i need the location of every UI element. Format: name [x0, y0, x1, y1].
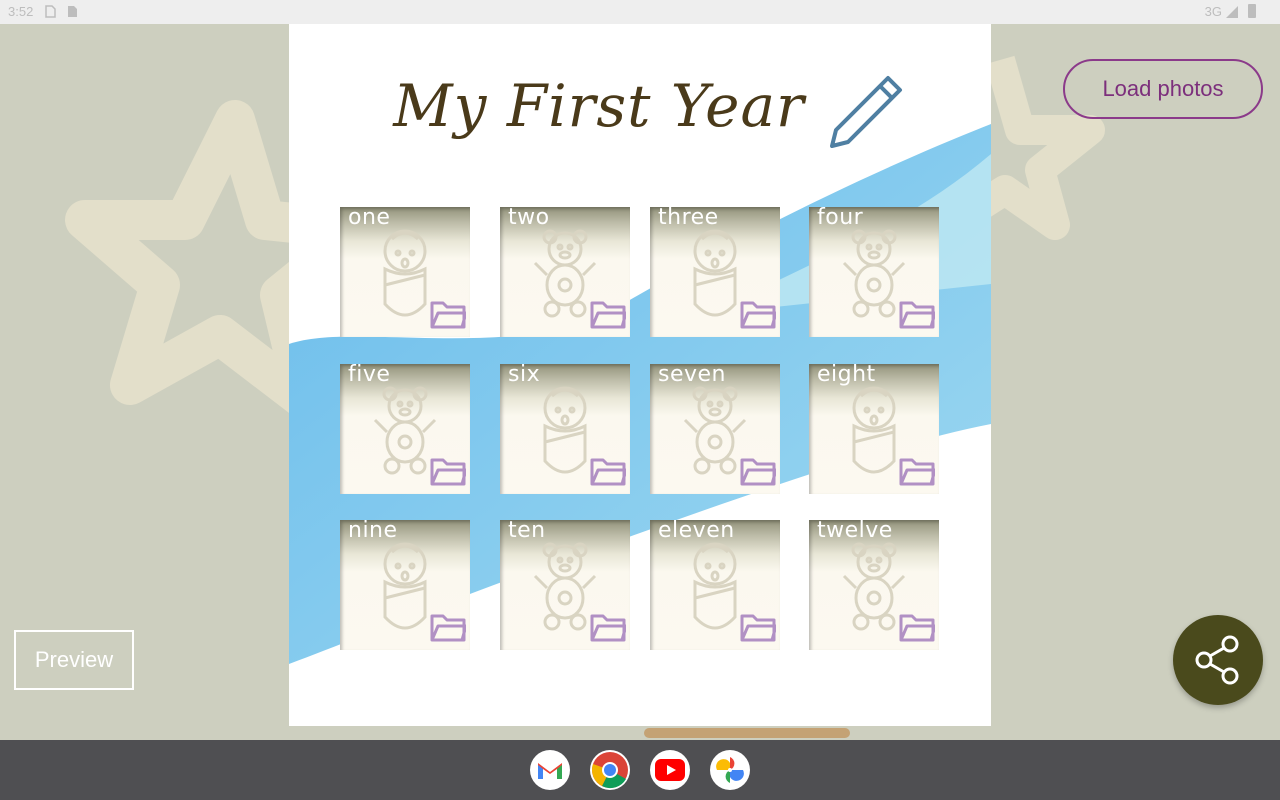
photo-tile[interactable]: two — [500, 207, 630, 337]
chrome-app-icon[interactable] — [590, 750, 630, 790]
tile-label: seven — [658, 364, 726, 387]
folder-icon[interactable] — [740, 612, 778, 646]
photo-tile[interactable]: nine — [340, 520, 470, 650]
share-icon — [1195, 635, 1239, 685]
folder-icon[interactable] — [899, 456, 937, 490]
folder-icon[interactable] — [590, 299, 628, 333]
tile-label: two — [508, 207, 550, 230]
folder-icon — [590, 301, 628, 329]
taskbar — [0, 740, 1280, 800]
sim-icon — [45, 5, 56, 18]
photo-tile[interactable]: one — [340, 207, 470, 337]
folder-icon — [740, 301, 778, 329]
drag-handle[interactable] — [644, 728, 850, 738]
photos-app-icon[interactable] — [710, 750, 750, 790]
gmail-app-icon[interactable] — [530, 750, 570, 790]
folder-icon — [430, 614, 468, 642]
status-time: 3:52 — [8, 4, 34, 19]
photo-tile[interactable]: six — [500, 364, 630, 494]
tile-label: eleven — [658, 520, 735, 543]
tile-label: nine — [348, 520, 398, 543]
tile-label: three — [658, 207, 719, 230]
background-star-icon — [65, 100, 320, 420]
tile-label: ten — [508, 520, 546, 543]
folder-icon[interactable] — [899, 299, 937, 333]
tile-label: twelve — [817, 520, 893, 543]
status-bar: 3:52 3G — [0, 0, 1280, 24]
folder-icon — [899, 614, 937, 642]
tile-label: four — [817, 207, 864, 230]
preview-button[interactable]: Preview — [14, 630, 134, 690]
share-button[interactable] — [1173, 615, 1263, 705]
folder-icon — [430, 301, 468, 329]
photo-tile[interactable]: five — [340, 364, 470, 494]
network-type: 3G — [1204, 4, 1222, 19]
photo-tile[interactable]: ten — [500, 520, 630, 650]
folder-icon[interactable] — [590, 612, 628, 646]
photo-tile[interactable]: three — [650, 207, 780, 337]
photo-tile[interactable]: twelve — [809, 520, 939, 650]
folder-icon — [590, 458, 628, 486]
load-photos-button[interactable]: Load photos — [1063, 59, 1263, 119]
tile-label: six — [508, 364, 541, 387]
sd-card-icon — [68, 6, 77, 17]
signal-icon — [1226, 6, 1238, 18]
photo-tile[interactable]: four — [809, 207, 939, 337]
page-title: My First Year — [393, 72, 805, 140]
folder-icon — [899, 458, 937, 486]
photo-tile[interactable]: seven — [650, 364, 780, 494]
folder-icon — [430, 458, 468, 486]
photo-tile[interactable]: eight — [809, 364, 939, 494]
folder-icon[interactable] — [899, 612, 937, 646]
tile-label: eight — [817, 364, 876, 387]
folder-icon[interactable] — [430, 456, 468, 490]
tile-label: five — [348, 364, 391, 387]
folder-icon — [899, 301, 937, 329]
tile-label: one — [348, 207, 391, 230]
folder-icon — [740, 614, 778, 642]
collage-page: My First Year one two three four five six seve… — [289, 24, 991, 726]
battery-icon — [1248, 4, 1256, 18]
photo-tile[interactable]: eleven — [650, 520, 780, 650]
folder-icon — [740, 458, 778, 486]
folder-icon[interactable] — [590, 456, 628, 490]
pencil-icon[interactable] — [824, 72, 904, 152]
folder-icon[interactable] — [740, 299, 778, 333]
folder-icon[interactable] — [740, 456, 778, 490]
folder-icon — [590, 614, 628, 642]
youtube-app-icon[interactable] — [650, 750, 690, 790]
folder-icon[interactable] — [430, 612, 468, 646]
folder-icon[interactable] — [430, 299, 468, 333]
